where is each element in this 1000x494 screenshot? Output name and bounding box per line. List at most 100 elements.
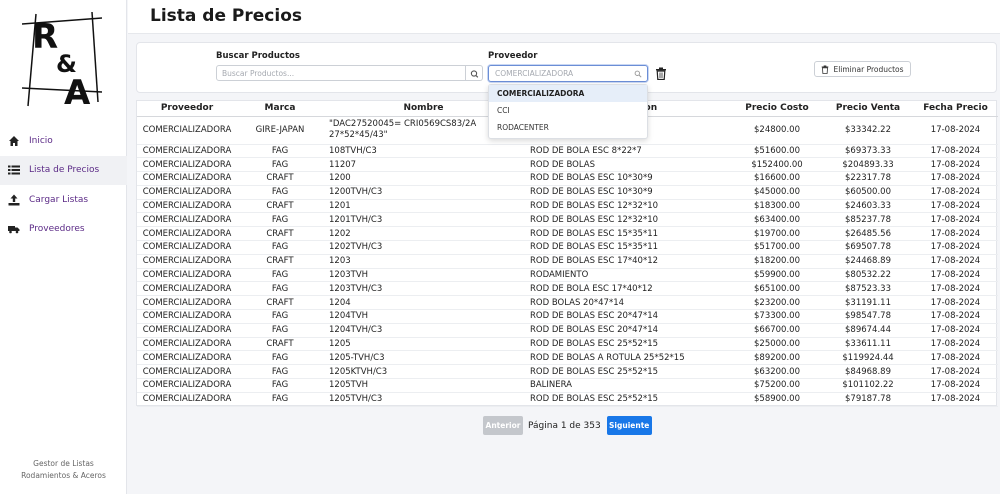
truck-icon [8,226,20,234]
table-row[interactable]: COMERCIALIZADORA FAG 1204TVH/C3 ROD DE BOLA… [137,323,998,338]
cost-price-cell: $18300.00 [731,199,823,214]
trash-icon[interactable] [655,67,667,80]
name-cell: 1205TVH/C3 [323,392,524,407]
provider-cell: COMERCIALIZADORA [137,281,237,297]
price-date-cell: 17-08-2024 [913,240,998,255]
provider-cell: COMERCIALIZADORA [137,295,237,311]
sale-price-cell: $87523.33 [823,281,913,297]
delete-products-button[interactable]: Eliminar Productos [814,61,911,77]
pagination: Anterior Página 1 de 353 Siguiente [483,416,652,435]
name-cell: 1202TVH/C3 [323,240,524,255]
price-date-cell: 17-08-2024 [913,392,998,407]
price-date-cell: 17-08-2024 [913,171,998,186]
table-row[interactable]: COMERCIALIZADORA FAG 1201TVH/C3 ROD DE BOLA… [137,212,998,228]
search-button[interactable] [466,65,483,81]
provider-select[interactable]: COMERCIALIZADORA [488,65,648,82]
provider-cell: COMERCIALIZADORA [137,323,237,338]
price-date-cell: 17-08-2024 [913,281,998,297]
cost-price-cell: $23200.00 [731,295,823,311]
description-cell: BALINERA [524,378,731,393]
table-row[interactable]: COMERCIALIZADORA FAG 108TVH/C3 ROD DE BOLA … [137,144,998,159]
brand-logo: R & A [22,12,102,108]
trash-icon [822,65,829,74]
dropdown-option[interactable]: RODACENTER [489,119,647,136]
page-header: Lista de Precios [128,0,1000,34]
table-row[interactable]: COMERCIALIZADORA FAG 1205TVH BALINERA $75200… [137,378,998,393]
description-cell: ROD DE BOLA ESC 17*40*12 [524,281,731,297]
cost-price-cell: $18200.00 [731,254,823,269]
column-header[interactable]: Marca [237,101,323,117]
sale-price-cell: $31191.11 [823,295,913,311]
cost-price-cell: $24800.00 [731,116,823,145]
page-info: Página 1 de 353 [528,420,601,431]
name-cell: 1205-TVH/C3 [323,350,524,366]
table-row[interactable]: COMERCIALIZADORA FAG 1200TVH/C3 ROD DE BOLA… [137,185,998,200]
search-icon [634,70,642,78]
sale-price-cell: $22317.78 [823,171,913,186]
brand-cell: FAG [237,323,323,338]
provider-select-value: COMERCIALIZADORA [495,69,574,78]
column-header[interactable]: Precio Venta [823,101,913,117]
sale-price-cell: $84968.89 [823,364,913,380]
table-row[interactable]: COMERCIALIZADORA FAG 1204TVH ROD DE BOLAS E… [137,309,998,324]
sidebar: R & A Inicio Lista de Precios Cargar Lis… [0,0,127,494]
price-table-card: Proveedor Marca Nombre Descripcion Preci… [136,100,998,407]
sidebar-item-cargar-listas[interactable]: Cargar Listas [0,185,127,215]
column-header[interactable]: Precio Costo [731,101,823,117]
table-row[interactable]: COMERCIALIZADORA FAG 1202TVH/C3 ROD DE BOLA… [137,240,998,255]
sidebar-item-lista-de-precios[interactable]: Lista de Precios [0,155,127,185]
table-row[interactable]: COMERCIALIZADORA CRAFT 1203 ROD DE BOLAS ES… [137,254,998,269]
provider-cell: COMERCIALIZADORA [137,254,237,269]
sidebar-item-proveedores[interactable]: Proveedores [0,215,127,245]
dropdown-option[interactable]: CCI [489,102,647,119]
name-cell: 1203TVH [323,268,524,283]
table-row[interactable]: COMERCIALIZADORA CRAFT 1202 ROD DE BOLAS ES… [137,226,998,242]
name-cell: 108TVH/C3 [323,144,524,159]
table-row[interactable]: COMERCIALIZADORA CRAFT 1205 ROD DE BOLAS ES… [137,337,998,352]
table-row[interactable]: COMERCIALIZADORA CRAFT 1200 ROD DE BOLAS ES… [137,171,998,186]
brand-cell: GIRE-JAPAN [237,116,323,145]
provider-cell: COMERCIALIZADORA [137,185,237,200]
provider-cell: COMERCIALIZADORA [137,157,237,173]
search-input[interactable] [216,65,466,81]
provider-label: Proveedor [488,51,538,61]
dropdown-option[interactable]: COMERCIALIZADORA [489,85,647,102]
brand-cell: FAG [237,268,323,283]
table-row[interactable]: COMERCIALIZADORA CRAFT 1204 ROD BOLAS 20*47… [137,295,998,311]
sidebar-item-label: Lista de Precios [29,165,100,176]
table-row[interactable]: COMERCIALIZADORA FAG 1205KTVH/C3 ROD DE BOL… [137,364,998,380]
table-row[interactable]: COMERCIALIZADORA FAG 1205TVH/C3 ROD DE BOLA… [137,392,998,407]
brand-cell: FAG [237,309,323,324]
sale-price-cell: $24468.89 [823,254,913,269]
provider-cell: COMERCIALIZADORA [137,350,237,366]
provider-cell: COMERCIALIZADORA [137,268,237,283]
previous-page-button[interactable]: Anterior [483,416,523,435]
table-row[interactable]: COMERCIALIZADORA CRAFT 1201 ROD DE BOLAS ES… [137,199,998,214]
column-header[interactable]: Proveedor [137,101,237,117]
brand-cell: CRAFT [237,199,323,214]
column-header[interactable]: Fecha Precio [913,101,998,117]
table-row[interactable]: COMERCIALIZADORA FAG 1203TVH/C3 ROD DE BOLA… [137,281,998,297]
table-row[interactable]: COMERCIALIZADORA FAG 1205-TVH/C3 ROD DE BOL… [137,350,998,366]
cost-price-cell: $59900.00 [731,268,823,283]
cost-price-cell: $19700.00 [731,226,823,242]
description-cell: ROD DE BOLAS [524,157,731,173]
cost-price-cell: $63200.00 [731,364,823,380]
provider-cell: COMERCIALIZADORA [137,226,237,242]
table-row[interactable]: COMERCIALIZADORA FAG 11207 ROD DE BOLAS $152… [137,157,998,173]
cost-price-cell: $89200.00 [731,350,823,366]
sale-price-cell: $98547.78 [823,309,913,324]
search-label: Buscar Productos [216,51,300,61]
sidebar-item-inicio[interactable]: Inicio [0,126,127,156]
price-date-cell: 17-08-2024 [913,350,998,366]
name-cell: 1201TVH/C3 [323,212,524,228]
next-page-button[interactable]: Siguiente [606,416,652,435]
description-cell: ROD DE BOLAS ESC 10*30*9 [524,185,731,200]
cost-price-cell: $152400.00 [731,157,823,173]
sale-price-cell: $89674.44 [823,323,913,338]
svg-text:R: R [32,17,58,57]
price-date-cell: 17-08-2024 [913,144,998,159]
price-date-cell: 17-08-2024 [913,212,998,228]
name-cell: 1201 [323,199,524,214]
table-row[interactable]: COMERCIALIZADORA FAG 1203TVH RODAMIENTO $599… [137,268,998,283]
